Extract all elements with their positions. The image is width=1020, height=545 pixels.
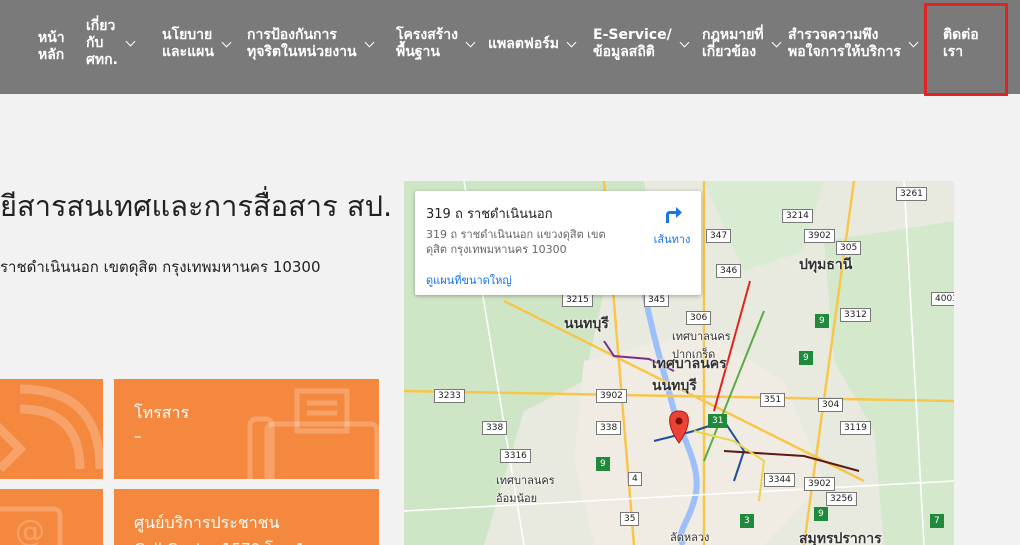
road-shield: 9	[815, 314, 829, 328]
page-title: ยีสารสนเทศและการสื่อสาร สป.	[0, 189, 393, 223]
map-place-address: 319 ถ ราชดำเนินนอก แขวงดุสิต เขตดุสิต กร…	[426, 228, 606, 256]
nav-item-policy[interactable]: นโยบาย และแผน	[162, 27, 232, 61]
road-shield: 345	[644, 293, 670, 307]
nav-item-laws[interactable]: กฎหมายที่ เกี่ยวข้อง	[702, 27, 782, 61]
view-larger-map-link[interactable]: ดูแผนที่ขนาดใหญ่	[426, 271, 512, 289]
chevron-down-icon	[125, 36, 136, 47]
nav-item-about[interactable]: เกี่ยว กับ ศทก.	[86, 18, 136, 69]
directions-label: เส้นทาง	[653, 233, 691, 246]
road-shield: 9	[799, 351, 813, 365]
email-icon: @	[0, 506, 63, 545]
road-shield: 4	[628, 472, 642, 486]
chevron-down-icon	[679, 37, 690, 47]
directions-icon	[666, 207, 682, 223]
road-shield: 3344	[764, 473, 795, 487]
map-label-samutprakan: สมุทรปราการ	[799, 531, 882, 545]
fax-title: โทรสาร	[134, 403, 190, 422]
fax-icon	[247, 388, 379, 479]
nav-item-eservice[interactable]: E-Service/ ข้อมูลสถิติ	[593, 27, 690, 61]
chevron-down-icon	[364, 37, 375, 47]
road-shield: 3	[740, 514, 754, 528]
nav-item-anticorruption[interactable]: การป้องกันการ ทุจริตในหน่วยงาน	[247, 27, 375, 61]
phone-icon	[0, 384, 103, 473]
road-shield: 338	[596, 421, 622, 435]
road-shield: 3902	[596, 389, 627, 403]
road-shield: 3261	[896, 187, 927, 201]
road-shield: 31	[708, 414, 728, 428]
phone-card	[0, 379, 103, 479]
directions-button[interactable]: เส้นทาง	[647, 203, 697, 248]
service-center-card: ศูนย์บริการประชาชน Call Center 1570 โทร …	[114, 489, 379, 545]
svg-text:@: @	[15, 514, 45, 545]
map-info-card: 319 ถ ราชดำเนินนอก 319 ถ ราชดำเนินนอก แข…	[415, 191, 701, 295]
road-shield: 3233	[434, 389, 465, 403]
chevron-down-icon	[221, 37, 232, 47]
road-shield: 7	[930, 514, 944, 528]
map-label-nonthaburi: นนทบุรี	[564, 316, 609, 332]
map-label-omnoi: เทศบาลนคร อ้อมน้อย	[496, 474, 555, 505]
service-value: Call Center 1570 โทร 1	[134, 537, 305, 545]
contact-highlight-box	[924, 3, 1008, 96]
top-navigation-bar: หน้า หลัก เกี่ยว กับ ศทก. นโยบาย และแผน …	[0, 0, 1020, 96]
chevron-down-icon	[566, 37, 577, 48]
chevron-down-icon	[771, 37, 782, 47]
road-shield: 35	[620, 512, 640, 526]
road-shield: 346	[716, 264, 742, 278]
road-shield: 4003	[931, 292, 954, 306]
road-shield: 9	[596, 457, 610, 471]
road-shield: 351	[760, 393, 786, 407]
nav-item-infrastructure[interactable]: โครงสร้าง พื้นฐาน	[396, 27, 476, 61]
chevron-down-icon	[908, 37, 919, 47]
nav-item-platform[interactable]: แพลตฟอร์ม	[488, 36, 577, 53]
email-card: @	[0, 489, 103, 545]
road-shield: 3214	[782, 209, 813, 223]
road-shield: 347	[706, 229, 732, 243]
road-shield: 3902	[804, 477, 835, 491]
fax-card: โทรสาร –	[114, 379, 379, 479]
road-shield: 304	[818, 398, 844, 412]
road-shield: 3256	[826, 492, 857, 506]
road-shield: 3312	[840, 308, 871, 322]
office-address: ราชดำเนินนอก เขตดุสิต กรุงเทพมหานคร 1030…	[0, 258, 321, 276]
road-shield: 3902	[804, 229, 835, 243]
chevron-down-icon	[465, 37, 476, 47]
nav-item-home[interactable]: หน้า หลัก	[38, 30, 65, 64]
map-label-mun-nonthaburi: เทศบาลนคร นนทบุรี	[652, 356, 727, 394]
road-shield: 306	[686, 311, 712, 325]
road-shield: 338	[482, 421, 508, 435]
nav-item-survey[interactable]: สำรวจความพึง พอใจการให้บริการ	[788, 27, 919, 61]
service-title: ศูนย์บริการประชาชน	[134, 513, 280, 532]
map-place-title: 319 ถ ราชดำเนินนอก	[426, 207, 553, 222]
fax-value: –	[134, 427, 142, 445]
map-label-pathum: ปทุมธานี	[799, 257, 853, 273]
road-shield: 3316	[500, 449, 531, 463]
road-shield: 305	[836, 241, 862, 255]
embedded-map[interactable]: ปทุมธานี นนทบุรี เทศบาลนคร ปากเกร็ด เทศบ…	[404, 181, 954, 545]
map-label-ladluang: ลัดหลวง	[670, 531, 710, 544]
road-shield: 3215	[562, 293, 593, 307]
road-shield: 9	[814, 507, 828, 521]
road-shield: 3119	[840, 421, 871, 435]
